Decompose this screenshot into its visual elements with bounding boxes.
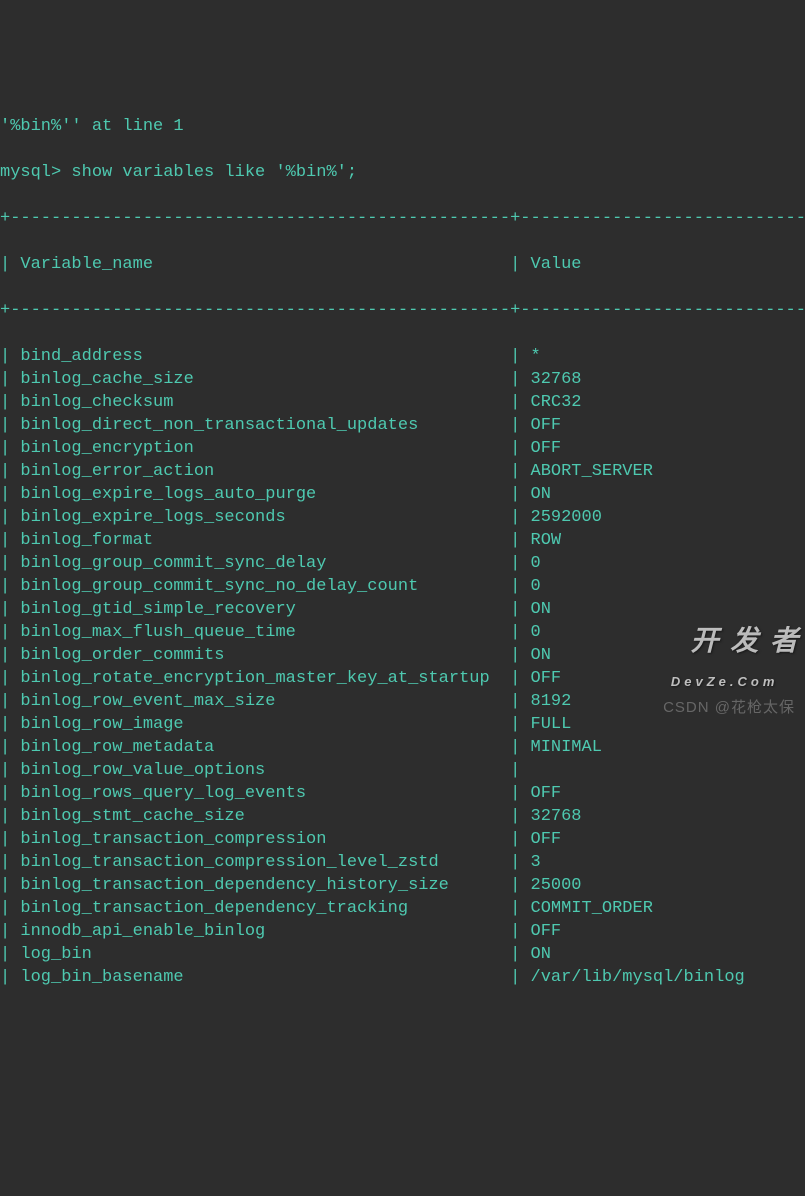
table-row: | binlog_checksum | CRC32 | [0, 391, 805, 414]
watermark-dev-sub: DevZe.Com [671, 670, 800, 693]
table-separator-mid: +---------------------------------------… [0, 299, 805, 322]
table-row: | binlog_encryption | OFF | [0, 437, 805, 460]
table-row: | binlog_error_action | ABORT_SERVER | [0, 460, 805, 483]
table-row: | binlog_stmt_cache_size | 32768 | [0, 805, 805, 828]
table-row: | binlog_expire_logs_seconds | 2592000 | [0, 506, 805, 529]
table-row: | binlog_transaction_compression | OFF | [0, 828, 805, 851]
table-row: | binlog_direct_non_transactional_update… [0, 414, 805, 437]
table-row: | binlog_transaction_compression_level_z… [0, 851, 805, 874]
table-row: | binlog_format | ROW | [0, 529, 805, 552]
table-row: | log_bin | ON | [0, 943, 805, 966]
table-row: | binlog_row_value_options | | [0, 759, 805, 782]
table-row: | binlog_group_commit_sync_no_delay_coun… [0, 575, 805, 598]
sql-prompt-line: mysql> show variables like '%bin%'; [0, 161, 805, 184]
table-row: | binlog_transaction_dependency_tracking… [0, 897, 805, 920]
table-separator-top: +---------------------------------------… [0, 207, 805, 230]
table-row: | binlog_cache_size | 32768 | [0, 368, 805, 391]
table-row: | binlog_expire_logs_auto_purge | ON | [0, 483, 805, 506]
table-row: | binlog_rows_query_log_events | OFF | [0, 782, 805, 805]
table-row: | binlog_group_commit_sync_delay | 0 | [0, 552, 805, 575]
watermark-csdn: CSDN @花枪太保 [663, 696, 795, 719]
table-header-row: | Variable_name | Value | [0, 253, 805, 276]
table-row: | binlog_transaction_dependency_history_… [0, 874, 805, 897]
watermark-dev-main: 开 发 者 [690, 625, 800, 656]
table-row: | bind_address | * | [0, 345, 805, 368]
table-row: | log_bin_basename | /var/lib/mysql/binl… [0, 966, 805, 989]
table-row: | binlog_row_metadata | MINIMAL | [0, 736, 805, 759]
error-line: '%bin%'' at line 1 [0, 115, 805, 138]
table-row: | innodb_api_enable_binlog | OFF | [0, 920, 805, 943]
terminal-output: '%bin%'' at line 1 mysql> show variables… [0, 92, 805, 1012]
